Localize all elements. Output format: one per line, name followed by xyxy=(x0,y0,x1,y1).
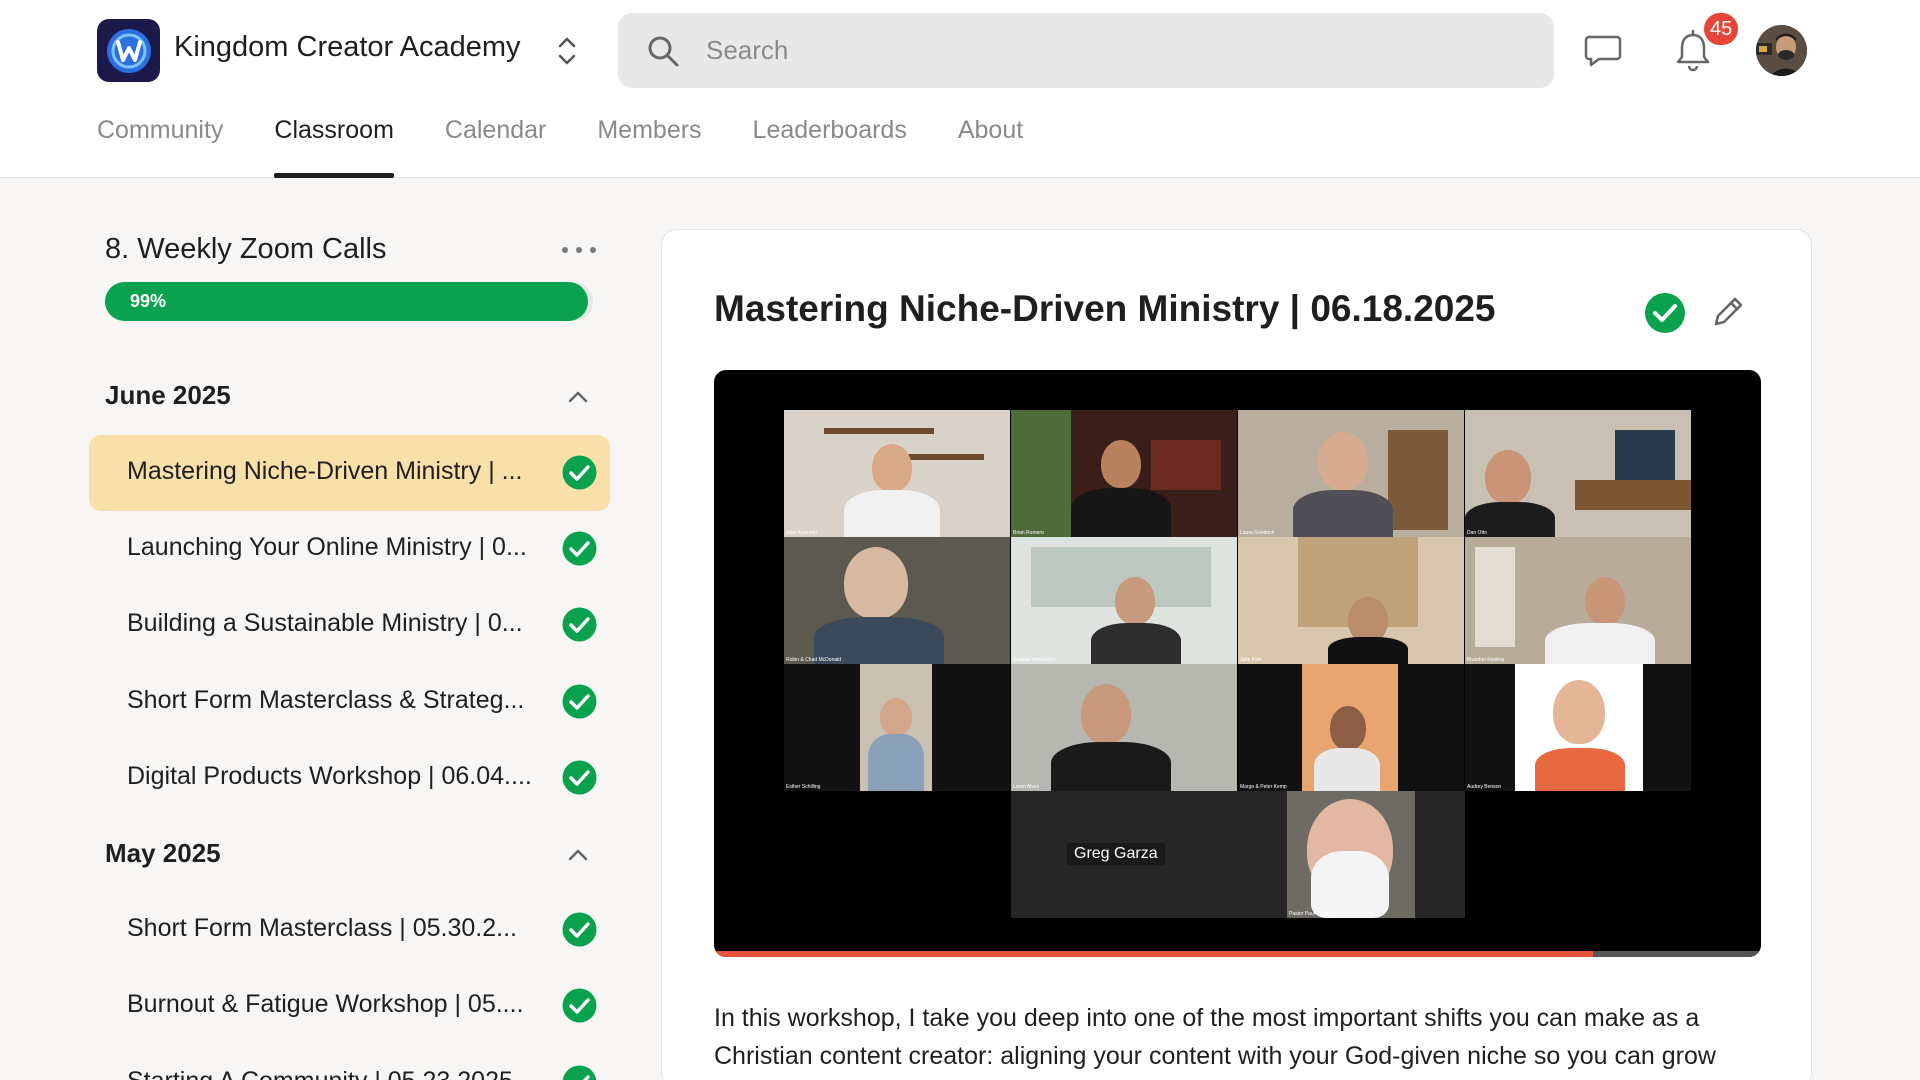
participant-tile: Julie Park xyxy=(1238,537,1464,664)
main-nav-tabs: Community Classroom Calendar Members Lea… xyxy=(97,110,1074,178)
participant-tile: Dan Otto xyxy=(1465,410,1691,537)
participant-name: Julie Park xyxy=(1240,657,1262,663)
community-logo[interactable] xyxy=(97,19,160,82)
lesson-item-label: Short Form Masterclass | 05.30.2... xyxy=(127,914,517,942)
check-circle-icon xyxy=(562,531,597,566)
edit-pencil-icon[interactable] xyxy=(1708,292,1748,332)
lesson-item-label: Mastering Niche-Driven Ministry | ... xyxy=(127,457,523,485)
participant-name: Pastor Paul Beard xyxy=(1289,911,1330,917)
avatar-image xyxy=(1756,25,1807,76)
participant-tile: Loren Alves xyxy=(1011,664,1237,791)
notification-count-badge: 45 xyxy=(1702,11,1741,47)
tab-about[interactable]: About xyxy=(958,110,1023,178)
lesson-description: In this workshop, I take you deep into o… xyxy=(714,1004,1716,1070)
tab-calendar[interactable]: Calendar xyxy=(445,110,546,178)
participant-name: Brian Romero xyxy=(1013,530,1044,536)
lesson-item[interactable]: Digital Products Workshop | 06.04.... xyxy=(89,740,610,816)
participant-name: Robin & Chad McDonald xyxy=(786,657,842,663)
course-title: 8. Weekly Zoom Calls xyxy=(105,233,387,265)
course-progress-label: 99% xyxy=(130,291,167,311)
lesson-completed-check-icon[interactable] xyxy=(1644,292,1686,334)
participant-name: Susana Hernandez xyxy=(1013,657,1056,663)
participant-tile: Laura Goodrich xyxy=(1238,410,1464,537)
participant-tile: Brandon Keeling xyxy=(1465,537,1691,664)
user-avatar[interactable] xyxy=(1756,25,1807,76)
logo-icon xyxy=(106,28,151,73)
chat-bubble-icon xyxy=(1584,35,1622,67)
top-header: Kingdom Creator Academy 45 xyxy=(0,0,1920,178)
check-circle-icon xyxy=(562,760,597,795)
participant-tile: Esther Schilling xyxy=(784,664,1010,791)
participant-name: Julio Alvarado xyxy=(786,530,818,536)
app-title[interactable]: Kingdom Creator Academy xyxy=(174,31,521,64)
check-circle-icon xyxy=(562,455,597,490)
participant-tile: Margo & Peter Kemp xyxy=(1238,664,1464,791)
video-player[interactable]: Julio Alvarado Brian Romero Laura Goodri… xyxy=(714,370,1761,957)
lesson-item[interactable]: Short Form Masterclass | 05.30.2... xyxy=(89,892,610,968)
participant-name: Loren Alves xyxy=(1013,784,1040,790)
participant-tile: Audrey Benson xyxy=(1465,664,1691,791)
zoom-gallery: Julio Alvarado Brian Romero Laura Goodri… xyxy=(784,410,1691,918)
lesson-content-card: Mastering Niche-Driven Ministry | 06.18.… xyxy=(661,229,1812,1080)
tab-classroom[interactable]: Classroom xyxy=(274,110,395,178)
ellipsis-icon xyxy=(576,247,582,253)
tab-members[interactable]: Members xyxy=(597,110,701,178)
participant-name: Esther Schilling xyxy=(786,784,821,790)
search-input[interactable] xyxy=(706,13,1526,88)
chevron-up-icon xyxy=(568,391,588,403)
participant-name: Margo & Peter Kemp xyxy=(1240,784,1287,790)
lesson-item[interactable]: Burnout & Fatigue Workshop | 05.... xyxy=(89,968,610,1044)
course-progress-bar: 99% xyxy=(105,282,593,321)
chevron-up-icon xyxy=(568,849,588,861)
lesson-item-label: Building a Sustainable Ministry | 0... xyxy=(127,609,523,637)
check-circle-icon xyxy=(562,1065,597,1080)
ellipsis-icon xyxy=(590,247,596,253)
collapse-section-june-button[interactable] xyxy=(563,382,593,412)
participant-tile: Brian Romero xyxy=(1011,410,1237,537)
lesson-item[interactable]: Short Form Masterclass & Strateg... xyxy=(89,664,610,740)
collapse-section-may-button[interactable] xyxy=(563,840,593,870)
check-circle-icon xyxy=(562,607,597,642)
lesson-item-label: Starting A Community | 05.23.2025 xyxy=(127,1067,513,1080)
check-circle-icon xyxy=(562,988,597,1023)
section-title-may[interactable]: May 2025 xyxy=(105,838,221,869)
section-title-june[interactable]: June 2025 xyxy=(105,380,231,411)
community-switcher-button[interactable] xyxy=(552,31,582,71)
lesson-title: Mastering Niche-Driven Ministry | 06.18.… xyxy=(714,288,1496,329)
chevron-up-down-icon xyxy=(558,37,576,65)
chat-button[interactable] xyxy=(1580,28,1626,74)
ellipsis-icon xyxy=(562,247,568,253)
participant-name: Brandon Keeling xyxy=(1467,657,1504,663)
lesson-item-label: Launching Your Online Ministry | 0... xyxy=(127,533,527,561)
participant-name: Audrey Benson xyxy=(1467,784,1502,790)
participant-name: Laura Goodrich xyxy=(1240,530,1275,536)
lesson-item[interactable]: Launching Your Online Ministry | 0... xyxy=(89,511,610,587)
video-progress-bar[interactable] xyxy=(714,951,1761,957)
participant-name: Dan Otto xyxy=(1467,530,1488,536)
check-circle-icon xyxy=(562,912,597,947)
tab-community[interactable]: Community xyxy=(97,110,223,178)
course-options-button[interactable] xyxy=(562,238,596,262)
lesson-item[interactable]: Starting A Community | 05.23.2025 xyxy=(89,1045,610,1080)
participant-tile: Julio Alvarado xyxy=(784,410,1010,537)
lesson-item[interactable]: Building a Sustainable Ministry | 0... xyxy=(89,587,610,663)
lesson-item-label: Short Form Masterclass & Strateg... xyxy=(127,686,525,714)
lesson-item-label: Burnout & Fatigue Workshop | 05.... xyxy=(127,990,524,1018)
video-progress-fill xyxy=(714,951,1594,957)
active-speaker-label: Greg Garza xyxy=(1067,843,1165,865)
lesson-item-label: Digital Products Workshop | 06.04.... xyxy=(127,762,532,790)
participant-tile: Susana Hernandez xyxy=(1011,537,1237,664)
course-progress-fill: 99% xyxy=(105,282,589,321)
check-circle-icon xyxy=(562,684,597,719)
participant-tile: Robin & Chad McDonald xyxy=(784,537,1010,664)
search-icon xyxy=(648,36,679,67)
tab-leaderboards[interactable]: Leaderboards xyxy=(753,110,907,178)
search-bar xyxy=(618,13,1554,88)
lesson-item[interactable]: Mastering Niche-Driven Ministry | ... xyxy=(89,435,610,511)
